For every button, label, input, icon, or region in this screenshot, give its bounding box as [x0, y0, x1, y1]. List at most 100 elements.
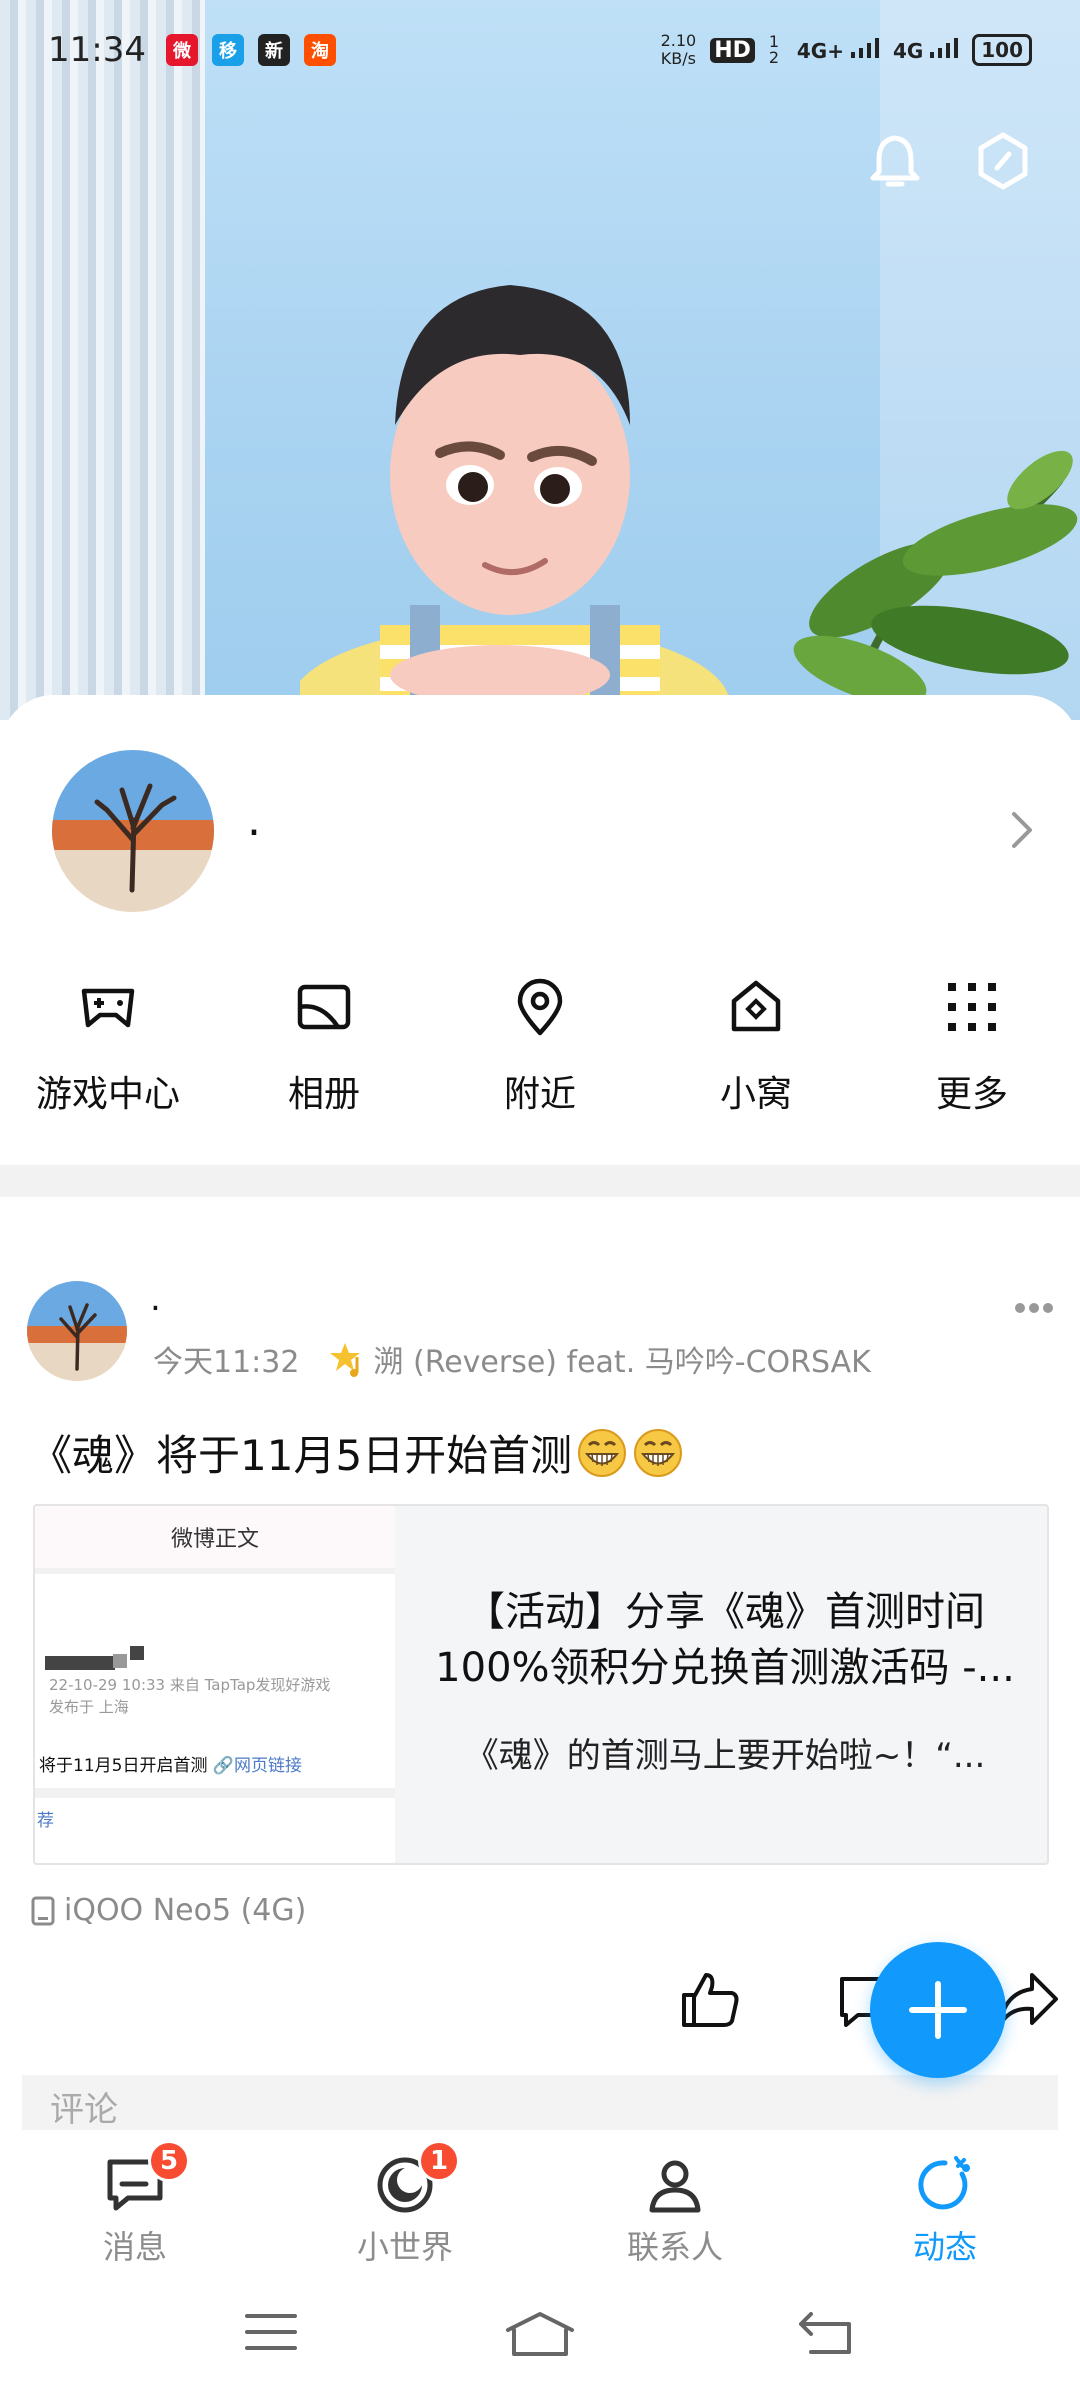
shortcut-label: 更多 — [935, 1074, 1008, 1115]
tab-label: 动态 — [912, 2228, 977, 2266]
thumbnail-link-text: 网页链接 — [234, 1756, 303, 1776]
album-icon — [297, 984, 351, 1030]
shortcut-row: 游戏中心 相册 附近 小窝 更多 — [0, 975, 1080, 1117]
tab-label: 消息 — [102, 2228, 167, 2266]
unread-badge: 5 — [148, 2140, 190, 2182]
signal-label-1: 4G+ — [796, 38, 844, 63]
shortcut-nearby[interactable]: 附近 — [432, 975, 648, 1117]
shortcut-small-home[interactable]: 小窝 — [648, 975, 864, 1117]
blurred-block — [130, 1646, 144, 1660]
tab-dynamic[interactable]: 动态 — [810, 2130, 1080, 2280]
home-icon[interactable] — [504, 2310, 576, 2358]
blurred-block — [113, 1654, 127, 1668]
thumbnail-line: 将于11月5日开启首测 🔗网页链接 — [39, 1751, 302, 1776]
post-music-title: 溯 (Reverse) feat. 马吟吟-CORSAK — [373, 1345, 871, 1380]
comment-input[interactable]: 评论 — [22, 2075, 1058, 2130]
tab-messages[interactable]: 5 消息 — [0, 2130, 270, 2280]
dynamic-icon — [918, 2156, 970, 2210]
post-music[interactable]: 溯 (Reverse) feat. 马吟吟-CORSAK — [329, 1337, 871, 1381]
network-speed: 2.10 KB/s — [661, 32, 697, 68]
grin-emoji-icon — [634, 1428, 683, 1477]
blurred-block — [45, 1656, 115, 1670]
bottom-tab-bar: 5 消息 1 小世界 联系人 动态 — [0, 2130, 1080, 2280]
phone-icon — [31, 1896, 55, 1925]
status-app-icons: 微 移 新 淘 — [165, 34, 336, 66]
profile-card: . 游戏中心 相册 附近 小窝 更多 — [0, 695, 1080, 1165]
tab-contacts[interactable]: 联系人 — [540, 2130, 810, 2280]
post-author-avatar[interactable] — [27, 1281, 127, 1381]
gamepad-icon — [81, 988, 135, 1028]
shortcut-more[interactable]: 更多 — [864, 975, 1080, 1117]
plus-icon — [909, 1981, 967, 2039]
post-device-name: iQOO Neo5 (4G) — [64, 1893, 307, 1928]
plant-decoration — [793, 450, 1078, 720]
thumbnail-date: 22-10-29 10:33 来自 TapTap发现好游戏 发布于 上海 — [49, 1674, 330, 1718]
shortcut-album[interactable]: 相册 — [216, 975, 432, 1117]
signal-bars-icon — [930, 37, 959, 58]
shortcut-label: 小窝 — [719, 1074, 792, 1115]
profile-cover[interactable]: 11:34 微 移 新 淘 2.10 KB/s HD 1 2 4G+ 4G 10… — [0, 0, 1080, 720]
small-home-icon — [731, 980, 781, 1032]
create-post-button[interactable] — [870, 1942, 1006, 2078]
post-device: iQOO Neo5 (4G) — [30, 1893, 306, 1928]
thumbnail-link: 🔗网页链接 — [212, 1756, 303, 1776]
avatar[interactable] — [52, 750, 214, 912]
signal-label-2: 4G — [892, 38, 924, 63]
profile-row[interactable]: . — [52, 750, 1042, 915]
tab-label: 联系人 — [626, 2228, 723, 2266]
network-speed-value: 2.10 — [660, 31, 697, 50]
post-meta: 今天11:32 溯 (Reverse) feat. 马吟吟-CORSAK — [153, 1337, 871, 1381]
cover-curtain-decoration — [0, 0, 205, 720]
share-icon[interactable] — [996, 1969, 1060, 2029]
status-indicators: 2.10 KB/s HD 1 2 4G+ 4G 100 — [661, 32, 1032, 68]
news-app-icon: 新 — [257, 34, 290, 66]
thumbnail-recommend: 荐 — [37, 1811, 54, 1831]
bell-icon[interactable] — [864, 130, 926, 192]
hd-voice-icon: HD — [710, 37, 755, 63]
signal-bars-icon — [850, 37, 879, 58]
profile-nickname: . — [247, 795, 261, 846]
post-author-name[interactable]: . — [150, 1279, 161, 1319]
taobao-icon: 淘 — [303, 34, 336, 66]
thumbnail-date-text: 22-10-29 10:33 来自 TapTap发现好游戏 — [49, 1676, 331, 1694]
comment-placeholder: 评论 — [50, 2090, 118, 2130]
grid-more-icon — [948, 983, 996, 1031]
battery-icon: 100 — [972, 34, 1032, 66]
post-text: 《魂》将于11月5日开始首测 — [30, 1422, 684, 1483]
hd-sim-slots: 1 2 — [768, 32, 780, 67]
tab-small-world[interactable]: 1 小世界 — [270, 2130, 540, 2280]
link-thumbnail: 微博正文 22-10-29 10:33 来自 TapTap发现好游戏 发布于 上… — [35, 1506, 395, 1863]
menu-icon[interactable] — [245, 2310, 297, 2354]
section-divider — [0, 1165, 1080, 1197]
link-card-description: 《魂》的首测马上要开始啦~！“... — [464, 1736, 986, 1776]
header-actions — [864, 130, 1034, 192]
link-card-title: 【活动】分享《魂》首测时间100%领积分兑换首测激活码 -... — [435, 1589, 1015, 1691]
contacts-icon — [649, 2160, 701, 2213]
music-star-icon — [330, 1343, 361, 1377]
shortcut-game-center[interactable]: 游戏中心 — [0, 975, 216, 1117]
china-mobile-icon: 移 — [211, 34, 244, 66]
system-navigation-bar — [0, 2280, 1080, 2400]
status-bar: 11:34 微 移 新 淘 2.10 KB/s HD 1 2 4G+ 4G 10… — [0, 0, 1080, 100]
chevron-right-icon[interactable] — [1002, 808, 1042, 852]
grin-emoji-icon — [578, 1428, 627, 1477]
thumbnail-separator — [35, 1788, 395, 1798]
unread-badge: 1 — [418, 2140, 460, 2182]
shortcut-label: 游戏中心 — [35, 1074, 180, 1115]
more-options-icon[interactable] — [1014, 1301, 1054, 1315]
weibo-icon: 微 — [165, 34, 198, 66]
status-time: 11:34 — [48, 30, 146, 70]
post-text-content: 《魂》将于11月5日开始首测 — [30, 1431, 573, 1480]
back-icon[interactable] — [797, 2310, 853, 2356]
thumbnail-location-text: 发布于 上海 — [49, 1698, 129, 1716]
thumbs-up-icon[interactable] — [678, 1967, 742, 2031]
shortcut-label: 附近 — [503, 1074, 576, 1115]
location-pin-icon — [517, 978, 563, 1036]
shortcut-label: 相册 — [287, 1074, 360, 1115]
tab-label: 小世界 — [356, 2228, 453, 2266]
hexagon-settings-icon[interactable] — [972, 130, 1034, 192]
shared-link-card[interactable]: 微博正文 22-10-29 10:33 来自 TapTap发现好游戏 发布于 上… — [33, 1504, 1049, 1865]
network-speed-unit: KB/s — [660, 49, 696, 68]
post-time: 今天11:32 — [153, 1345, 300, 1380]
thumbnail-line-text: 将于11月5日开启首测 — [39, 1756, 208, 1776]
